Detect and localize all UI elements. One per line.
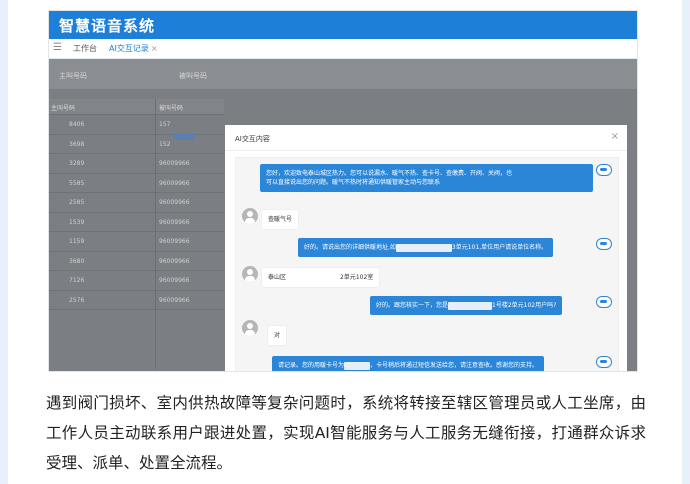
- callee-cell: 96009966: [159, 257, 190, 265]
- tab-ai-records-label: AI交互记录: [109, 44, 149, 53]
- bot-message-text: 好的。跟您核实一下，您是: [376, 302, 449, 309]
- robot-icon: [596, 164, 612, 176]
- user-message: 泰山区 2单元102室: [262, 268, 380, 287]
- filter-bar: 主叫号码 被叫号码: [49, 59, 637, 89]
- user-message-text: 泰山区: [268, 274, 287, 281]
- callee-filter-label: 被叫号码: [179, 72, 207, 80]
- caller-cell: 2585: [69, 199, 85, 206]
- records-table: 主叫号码 被叫号码 8406 157 3698 152 3289 96009966 5…: [49, 99, 224, 310]
- caller-cell: 2576: [69, 296, 85, 304]
- bot-message: 您好，欢迎致电泰山城区热力。您可以说漏水、暖气不热、查卡号、查缴费、开阀、关阀，…: [260, 164, 593, 192]
- modal-title: AI交互内容: [235, 135, 270, 143]
- redaction-mark: [173, 134, 195, 140]
- bot-message: 好的。跟您核实一下，您是 1号楼2单元102用户吗?: [370, 296, 563, 315]
- bot-message: 好的。请说出您的详细供暖地址,如 3单元101,单位用户请说单位名称。: [298, 238, 554, 257]
- column-header-caller: 主叫号码: [51, 105, 76, 112]
- user-avatar: [242, 320, 258, 336]
- chat-log: 您好，欢迎致电泰山城区热力。您可以说漏水、暖气不热、查卡号、查缴费、开阀、关阀，…: [235, 157, 619, 371]
- callee-cell: 96009966: [159, 238, 190, 245]
- redaction-mark: [448, 301, 493, 310]
- user-message: 对: [268, 326, 287, 345]
- user-avatar: [242, 266, 258, 282]
- caller-cell: 3289: [69, 160, 85, 167]
- callee-cell: 96009966: [159, 179, 190, 187]
- redaction-mark: [286, 273, 341, 282]
- bot-message-line: 可以直接说出您的问题。暖气不热时将通知供暖管家主动与您联系: [266, 179, 441, 186]
- table-row[interactable]: 3289 96009966: [49, 154, 224, 174]
- bot-message-line: 您好，欢迎致电泰山城区热力。您可以说漏水、暖气不热、查卡号、查缴费、开阀、关阀，…: [266, 170, 513, 177]
- close-icon[interactable]: ×: [611, 131, 619, 142]
- modal-header: AI交互内容 ×: [225, 125, 627, 151]
- tab-ai-records[interactable]: AI交互记录 ×: [109, 43, 158, 54]
- table-row[interactable]: 3698 152: [49, 135, 224, 154]
- table-row[interactable]: 2585 96009966: [49, 193, 224, 213]
- caller-cell: 7126: [69, 277, 85, 284]
- callee-cell: 96009966: [159, 199, 190, 206]
- app-title: 智慧语音系统: [59, 17, 156, 35]
- callee-cell: 96009966: [159, 296, 190, 304]
- tab-bar: ☰ 工作台 AI交互记录 ×: [49, 39, 637, 59]
- caller-cell: 1159: [69, 238, 85, 245]
- ai-interaction-modal: AI交互内容 × 您好，欢迎致电泰山城区热力。您可以说漏水、暖气不热、查卡号、查…: [225, 125, 627, 371]
- bot-message-text: 3单元101,单位用户请说单位名称。: [451, 244, 548, 251]
- caller-filter-label: 主叫号码: [59, 72, 87, 80]
- caller-cell: 8406: [69, 121, 85, 128]
- caller-cell: 5585: [69, 179, 85, 187]
- redaction-mark: [395, 243, 452, 252]
- robot-icon: [596, 296, 612, 308]
- callee-cell: 152: [159, 140, 171, 148]
- system-screenshot: 智慧语音系统 ☰ 工作台 AI交互记录 × 主叫号码 被叫号码 主叫号码 被叫号码…: [48, 10, 638, 372]
- callee-cell: 96009966: [159, 160, 190, 167]
- close-icon[interactable]: ×: [151, 44, 158, 53]
- caller-cell: 3680: [69, 257, 85, 265]
- article-paragraph: 遇到阀门损坏、室内供热故障等复杂问题时，系统将转接至辖区管理员或人工坐席，由工作…: [46, 394, 646, 472]
- tab-workbench[interactable]: 工作台: [73, 43, 97, 54]
- table-row[interactable]: 8406 157: [49, 115, 224, 135]
- bot-message-text: 请记录。您的用暖卡号为: [278, 362, 345, 369]
- user-avatar: [242, 208, 258, 224]
- callee-cell: 96009966: [159, 277, 190, 284]
- app-header: 智慧语音系统: [49, 11, 637, 39]
- user-message: 查暖气号: [262, 210, 299, 229]
- redaction-mark: [344, 361, 371, 370]
- bot-message-text: 好的。请说出您的详细供暖地址,如: [304, 244, 396, 251]
- menu-icon[interactable]: ☰: [53, 42, 62, 53]
- table-row[interactable]: 1159 96009966: [49, 232, 224, 252]
- column-header-callee: 被叫号码: [159, 105, 184, 112]
- content-area: 主叫号码 被叫号码 主叫号码 被叫号码 8406 157 3698 152 3289…: [49, 59, 637, 371]
- callee-cell: 157: [159, 121, 171, 128]
- bot-message-text: 1号楼2单元102用户吗?: [492, 302, 557, 309]
- bot-message: 请记录。您的用暖卡号为 ，卡号稍后将通过短信发送给您，请注意查收。感谢您的支持。: [272, 356, 545, 371]
- table-row[interactable]: 2576 96009966: [49, 291, 224, 310]
- robot-icon: [596, 238, 612, 250]
- table-row[interactable]: 3680 96009966: [49, 252, 224, 271]
- caller-cell: 3698: [69, 140, 85, 148]
- column-divider: [155, 99, 156, 369]
- table-row[interactable]: 5585 96009966: [49, 174, 224, 193]
- user-message-text: 2单元102室: [340, 274, 374, 281]
- bot-message-text: ，卡号稍后将通过短信发送给您，请注意查收。感谢您的支持。: [370, 362, 539, 369]
- table-header: 主叫号码 被叫号码: [49, 99, 224, 115]
- robot-icon: [596, 356, 612, 368]
- table-row[interactable]: 7126 96009966: [49, 271, 224, 291]
- callee-cell: 96009966: [159, 218, 190, 226]
- caller-cell: 1539: [69, 218, 85, 226]
- table-row[interactable]: 1539 96009966: [49, 213, 224, 232]
